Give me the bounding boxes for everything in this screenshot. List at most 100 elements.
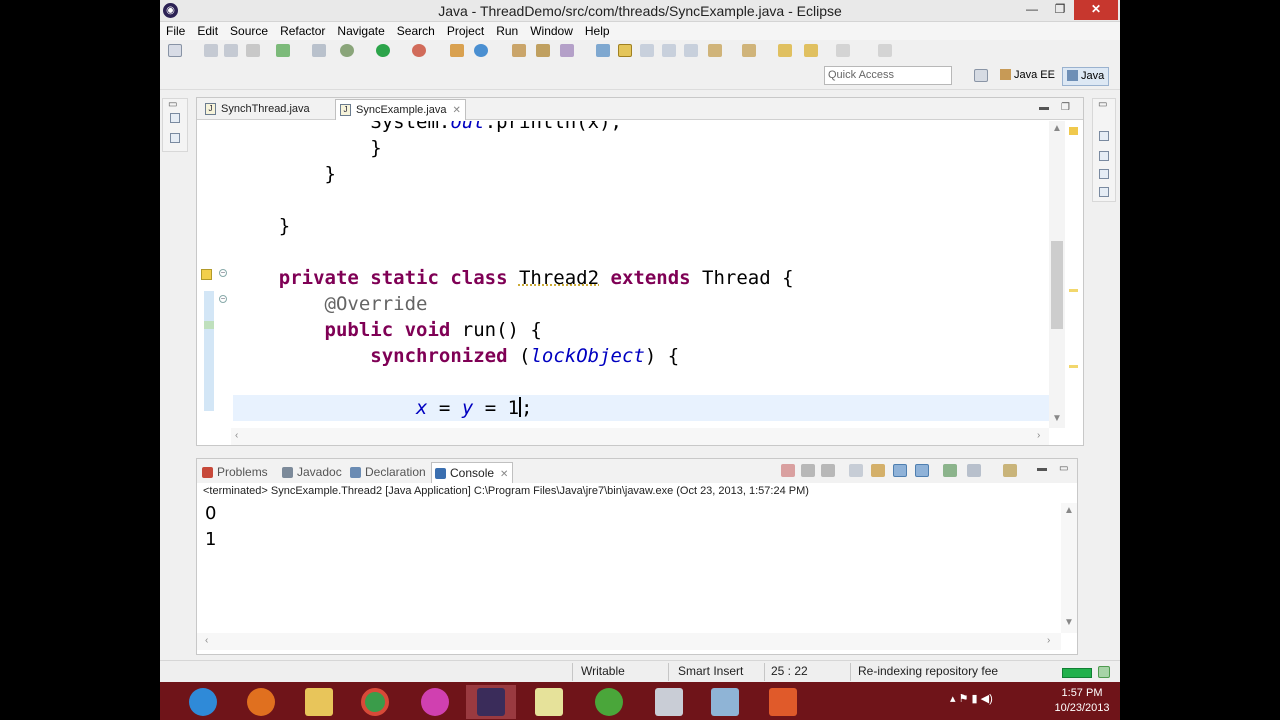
perspective-java-ee[interactable]: Java EE xyxy=(996,67,1059,86)
run-last-tool-icon[interactable] xyxy=(412,44,426,57)
scroll-down-icon[interactable]: ▼ xyxy=(1052,413,1062,424)
code-editor[interactable]: System.out.println(x); } } } private sta… xyxy=(233,121,1049,428)
print-icon[interactable] xyxy=(246,44,260,57)
terminate-icon[interactable] xyxy=(781,464,795,477)
remove-all-launches-icon[interactable] xyxy=(821,464,835,477)
external-tools-icon[interactable] xyxy=(276,44,290,57)
minimize-editor-icon[interactable]: ▬ xyxy=(1039,102,1049,113)
open-task-icon[interactable] xyxy=(536,44,550,57)
overview-mark[interactable] xyxy=(1069,365,1078,368)
warning-icon[interactable] xyxy=(201,269,212,280)
close-button[interactable]: ✕ xyxy=(1074,0,1118,20)
save-all-icon[interactable] xyxy=(224,44,238,57)
maximize-editor-icon[interactable]: ❐ xyxy=(1061,102,1070,113)
maximize-console-icon[interactable]: ▭ xyxy=(1059,463,1068,474)
overview-warning-mark[interactable] xyxy=(1069,127,1078,135)
restore-right-icon[interactable]: ▭ xyxy=(1098,99,1107,110)
run-icon[interactable] xyxy=(376,44,390,57)
open-perspective-icon[interactable] xyxy=(974,69,988,82)
code-line[interactable]: } xyxy=(233,161,336,187)
menu-project[interactable]: Project xyxy=(441,22,490,38)
taskbar-ie[interactable] xyxy=(178,685,228,719)
remove-launch-icon[interactable] xyxy=(801,464,815,477)
overview-mark[interactable] xyxy=(1069,289,1078,292)
system-tray[interactable]: ▴ ⚑ ▮ ◀) xyxy=(950,692,993,705)
collapse-icon[interactable]: − xyxy=(219,269,227,277)
taskbar-mail[interactable] xyxy=(700,685,750,719)
code-line[interactable]: private static class Thread2 extends Thr… xyxy=(233,265,794,291)
search-icon[interactable] xyxy=(560,44,574,57)
taskbar-eclipse[interactable] xyxy=(466,685,516,719)
toggle-highlight-icon[interactable] xyxy=(618,44,632,57)
console-vertical-scrollbar[interactable]: ▲ ▼ xyxy=(1061,503,1077,633)
outline-icon[interactable] xyxy=(1099,169,1109,179)
scroll-lock-icon[interactable] xyxy=(871,464,885,477)
last-edit-icon[interactable] xyxy=(778,44,792,57)
editor-vertical-scrollbar[interactable]: ▲ ▼ xyxy=(1049,121,1065,428)
package-explorer-icon[interactable] xyxy=(170,113,180,123)
next-annotation-icon[interactable] xyxy=(708,44,722,57)
back-icon[interactable] xyxy=(804,44,818,57)
new-java-class-icon[interactable] xyxy=(474,44,488,57)
taskbar-firefox[interactable] xyxy=(236,685,286,719)
taskbar-notes[interactable] xyxy=(524,685,574,719)
status-background-task[interactable]: Re-indexing repository fee xyxy=(858,664,998,678)
scroll-down-icon[interactable]: ▼ xyxy=(1064,617,1074,628)
show-whitespace-icon[interactable] xyxy=(640,44,654,57)
taskbar-chrome[interactable] xyxy=(350,685,400,719)
previous-annotation-icon[interactable] xyxy=(742,44,756,57)
paragraph-icon[interactable] xyxy=(684,44,698,57)
hierarchy-icon[interactable] xyxy=(170,133,180,143)
show-on-stderr-icon[interactable] xyxy=(915,464,929,477)
code-line[interactable]: synchronized (lockObject) { xyxy=(233,343,679,369)
code-line[interactable]: public void run() { xyxy=(233,317,542,343)
close-tab-icon[interactable]: ✕ xyxy=(453,105,461,116)
scroll-right-icon[interactable]: › xyxy=(1047,635,1050,646)
menu-search[interactable]: Search xyxy=(391,22,441,38)
current-code-line[interactable]: x = y = 1; xyxy=(233,395,1049,421)
collapse-icon[interactable]: − xyxy=(219,295,227,303)
taskbar-explorer[interactable] xyxy=(294,685,344,719)
debug-icon[interactable] xyxy=(340,44,354,57)
tab-problems[interactable]: Problems xyxy=(199,462,272,483)
scroll-left-icon[interactable]: ‹ xyxy=(205,635,208,646)
taskbar-clipboard[interactable] xyxy=(644,685,694,719)
task-list-icon[interactable] xyxy=(1099,131,1109,141)
tab-synchthread[interactable]: J SynchThread.java xyxy=(201,99,314,120)
pin-console-icon[interactable] xyxy=(943,464,957,477)
menu-run[interactable]: Run xyxy=(490,22,524,38)
menu-navigate[interactable]: Navigate xyxy=(331,22,390,38)
outline-sort-icon[interactable] xyxy=(1099,187,1109,197)
display-selected-console-icon[interactable] xyxy=(967,464,981,477)
taskbar-office[interactable] xyxy=(758,685,808,719)
skip-breakpoints-icon[interactable] xyxy=(312,44,326,57)
menu-source[interactable]: Source xyxy=(224,22,274,38)
scroll-up-icon[interactable]: ▲ xyxy=(1052,123,1062,134)
menu-refactor[interactable]: Refactor xyxy=(274,22,331,38)
tab-javadoc[interactable]: Javadoc xyxy=(279,462,346,483)
open-type-icon[interactable] xyxy=(512,44,526,57)
status-insert-mode[interactable]: Smart Insert xyxy=(678,664,743,678)
progress-view-icon[interactable] xyxy=(1098,666,1110,678)
maximize-button[interactable]: ❐ xyxy=(1046,0,1074,20)
menu-file[interactable]: File xyxy=(160,22,191,38)
minimize-console-icon[interactable]: ▬ xyxy=(1037,463,1047,474)
taskbar-utorrent[interactable] xyxy=(584,685,634,719)
tab-declaration[interactable]: Declaration xyxy=(347,462,430,483)
menu-edit[interactable]: Edit xyxy=(191,22,224,38)
close-console-icon[interactable]: ✕ xyxy=(500,469,508,480)
code-line[interactable]: } xyxy=(233,213,290,239)
tab-syncexample[interactable]: J SyncExample.java ✕ xyxy=(335,99,466,120)
scroll-left-icon[interactable]: ‹ xyxy=(235,430,238,441)
scroll-right-icon[interactable]: › xyxy=(1037,430,1040,441)
pin-editor-icon[interactable] xyxy=(878,44,892,57)
new-icon[interactable] xyxy=(168,44,182,57)
system-clock[interactable]: 1:57 PM 10/23/2013 xyxy=(1044,686,1120,716)
minimize-button[interactable]: — xyxy=(1018,0,1046,20)
save-icon[interactable] xyxy=(204,44,218,57)
code-line[interactable]: System.out.println(x); xyxy=(233,121,622,135)
editor-horizontal-scrollbar[interactable]: ‹ › xyxy=(231,428,1049,445)
console-horizontal-scrollbar[interactable]: ‹ › xyxy=(197,633,1061,650)
block-selection-icon[interactable] xyxy=(662,44,676,57)
quick-access-input[interactable]: Quick Access xyxy=(824,66,952,85)
